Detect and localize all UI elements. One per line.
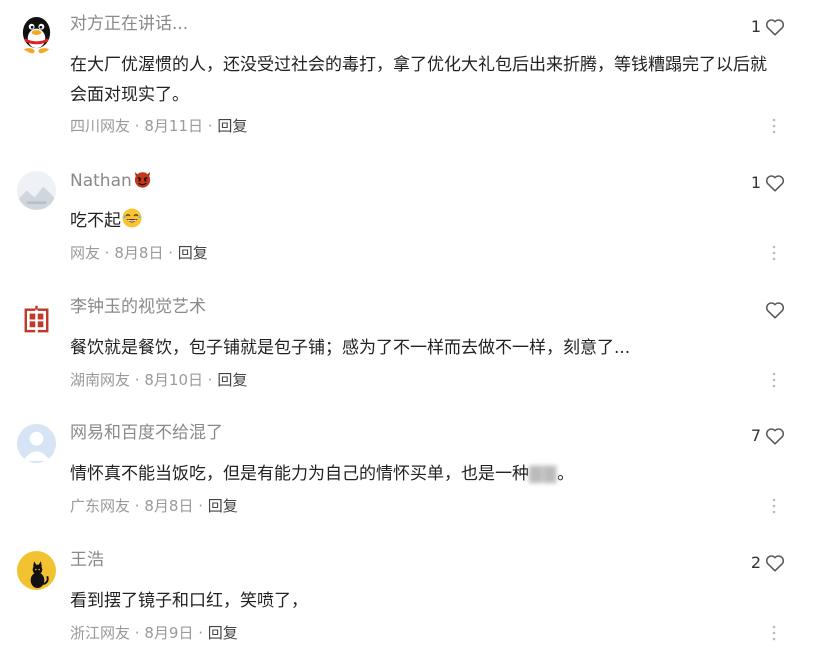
reply-button[interactable]: 回复	[217, 117, 247, 135]
comment-date: 8月8日	[114, 244, 164, 262]
comment-date: 8月8日	[144, 497, 194, 515]
comment-item: 王浩 2 看到摆了镜子和口红，笑喷了， 浙江网友 · 8月9日 · 回复	[0, 536, 831, 662]
like-button[interactable]	[764, 298, 786, 322]
black-cat-avatar[interactable]	[17, 551, 56, 590]
more-options-icon[interactable]	[771, 498, 777, 514]
comment-item: Nathan 1 吃不起 网友 · 8月8日 · 回复	[0, 156, 831, 283]
heart-icon	[765, 175, 785, 192]
more-options-icon[interactable]	[771, 372, 777, 388]
comment-date: 8月10日	[144, 371, 203, 389]
penguin-avatar[interactable]	[17, 15, 56, 54]
heart-icon	[765, 428, 785, 445]
meta-separator: ·	[207, 371, 213, 389]
comment-meta: 四川网友 · 8月11日 · 回复	[70, 116, 247, 136]
comment-date: 8月9日	[144, 624, 194, 642]
penguin-icon	[17, 15, 56, 54]
comment-location: 四川网友	[70, 117, 131, 135]
meta-separator: ·	[207, 117, 213, 135]
reply-button[interactable]: 回复	[217, 371, 247, 389]
like-count: 1	[750, 173, 761, 192]
heart-icon	[765, 19, 785, 36]
heart-icon	[765, 302, 785, 319]
comment-item: 网易和百度不给混了 7 情怀真不能当饭吃，但是有能力为自己的情怀买单，也是一种▇…	[0, 409, 831, 536]
comment-username[interactable]: 王浩	[70, 548, 104, 572]
comment-meta: 网友 · 8月8日 · 回复	[70, 243, 208, 263]
meta-separator: ·	[134, 371, 140, 389]
meta-separator: ·	[134, 117, 140, 135]
comment-list: 对方正在讲话... 1 在大厂优渥惯的人，还没受过社会的毒打，拿了优化大礼包后出…	[0, 0, 831, 662]
reply-button[interactable]: 回复	[208, 624, 238, 642]
meta-separator: ·	[198, 497, 204, 515]
meta-separator: ·	[134, 497, 140, 515]
red-seal-avatar[interactable]	[17, 298, 56, 337]
comment-location: 广东网友	[70, 497, 131, 515]
comment-item: 对方正在讲话... 1 在大厂优渥惯的人，还没受过社会的毒打，拿了优化大礼包后出…	[0, 0, 831, 135]
comment-text: 情怀真不能当饭吃，但是有能力为自己的情怀买单，也是一种▇▇。	[70, 459, 775, 489]
comment-username[interactable]: 对方正在讲话...	[70, 12, 188, 36]
comment-date: 8月11日	[144, 117, 203, 135]
default-user-avatar[interactable]	[17, 424, 56, 463]
comment-username[interactable]: Nathan	[70, 168, 153, 193]
comment-meta: 浙江网友 · 8月9日 · 回复	[70, 623, 238, 643]
more-options-icon[interactable]	[771, 118, 777, 134]
comment-location: 网友	[70, 244, 101, 262]
meta-separator: ·	[134, 624, 140, 642]
heart-icon	[765, 555, 785, 572]
comment-username[interactable]: 李钟玉的视觉艺术	[70, 295, 206, 319]
reply-button[interactable]: 回复	[208, 497, 238, 515]
like-button[interactable]: 1	[751, 171, 786, 195]
black-cat-icon	[17, 551, 56, 590]
like-button[interactable]: 7	[751, 424, 786, 448]
meta-separator: ·	[168, 244, 174, 262]
landscape-avatar[interactable]	[17, 171, 56, 210]
blurred-text: ▇▇	[529, 464, 558, 484]
meta-separator: ·	[104, 244, 110, 262]
username-text: Nathan	[70, 171, 132, 191]
like-count: 2	[750, 553, 761, 572]
like-button[interactable]: 1	[751, 15, 786, 39]
comment-location: 浙江网友	[70, 624, 131, 642]
comment-text-value: 情怀真不能当饭吃，但是有能力为自己的情怀买单，也是一种	[70, 464, 529, 484]
comment-text: 在大厂优渥惯的人，还没受过社会的毒打，拿了优化大礼包后出来折腾，等钱糟蹋完了以后…	[70, 55, 767, 105]
comment-item: 李钟玉的视觉艺术 餐饮就是餐饮，包子铺就是包子铺；感为了不一样而去做不一样，刻意…	[0, 283, 831, 410]
devil-emoji-icon	[134, 171, 150, 188]
comment-meta: 广东网友 · 8月8日 · 回复	[70, 496, 238, 516]
comment-location: 湖南网友	[70, 371, 131, 389]
default-user-icon	[17, 424, 56, 463]
more-options-icon[interactable]	[771, 245, 777, 261]
like-count: 1	[750, 17, 761, 36]
more-options-icon[interactable]	[771, 625, 777, 641]
like-button[interactable]: 2	[751, 551, 786, 575]
comment-username[interactable]: 网易和百度不给混了	[70, 421, 223, 445]
laughing-emoji-icon	[122, 208, 142, 228]
comment-meta: 湖南网友 · 8月10日 · 回复	[70, 370, 247, 390]
red-seal-icon	[17, 298, 56, 337]
comment-text: 餐饮就是餐饮，包子铺就是包子铺；感为了不一样而去做不一样，刻意了...	[70, 338, 631, 358]
like-count: 7	[750, 426, 761, 445]
meta-separator: ·	[198, 624, 204, 642]
reply-button[interactable]: 回复	[178, 244, 208, 262]
landscape-icon	[17, 171, 56, 210]
comment-text-value: 吃不起	[70, 211, 121, 231]
comment-text-tail: 。	[557, 464, 575, 484]
comment-text: 吃不起	[70, 206, 775, 236]
comment-text: 看到摆了镜子和口红，笑喷了，	[70, 591, 308, 611]
